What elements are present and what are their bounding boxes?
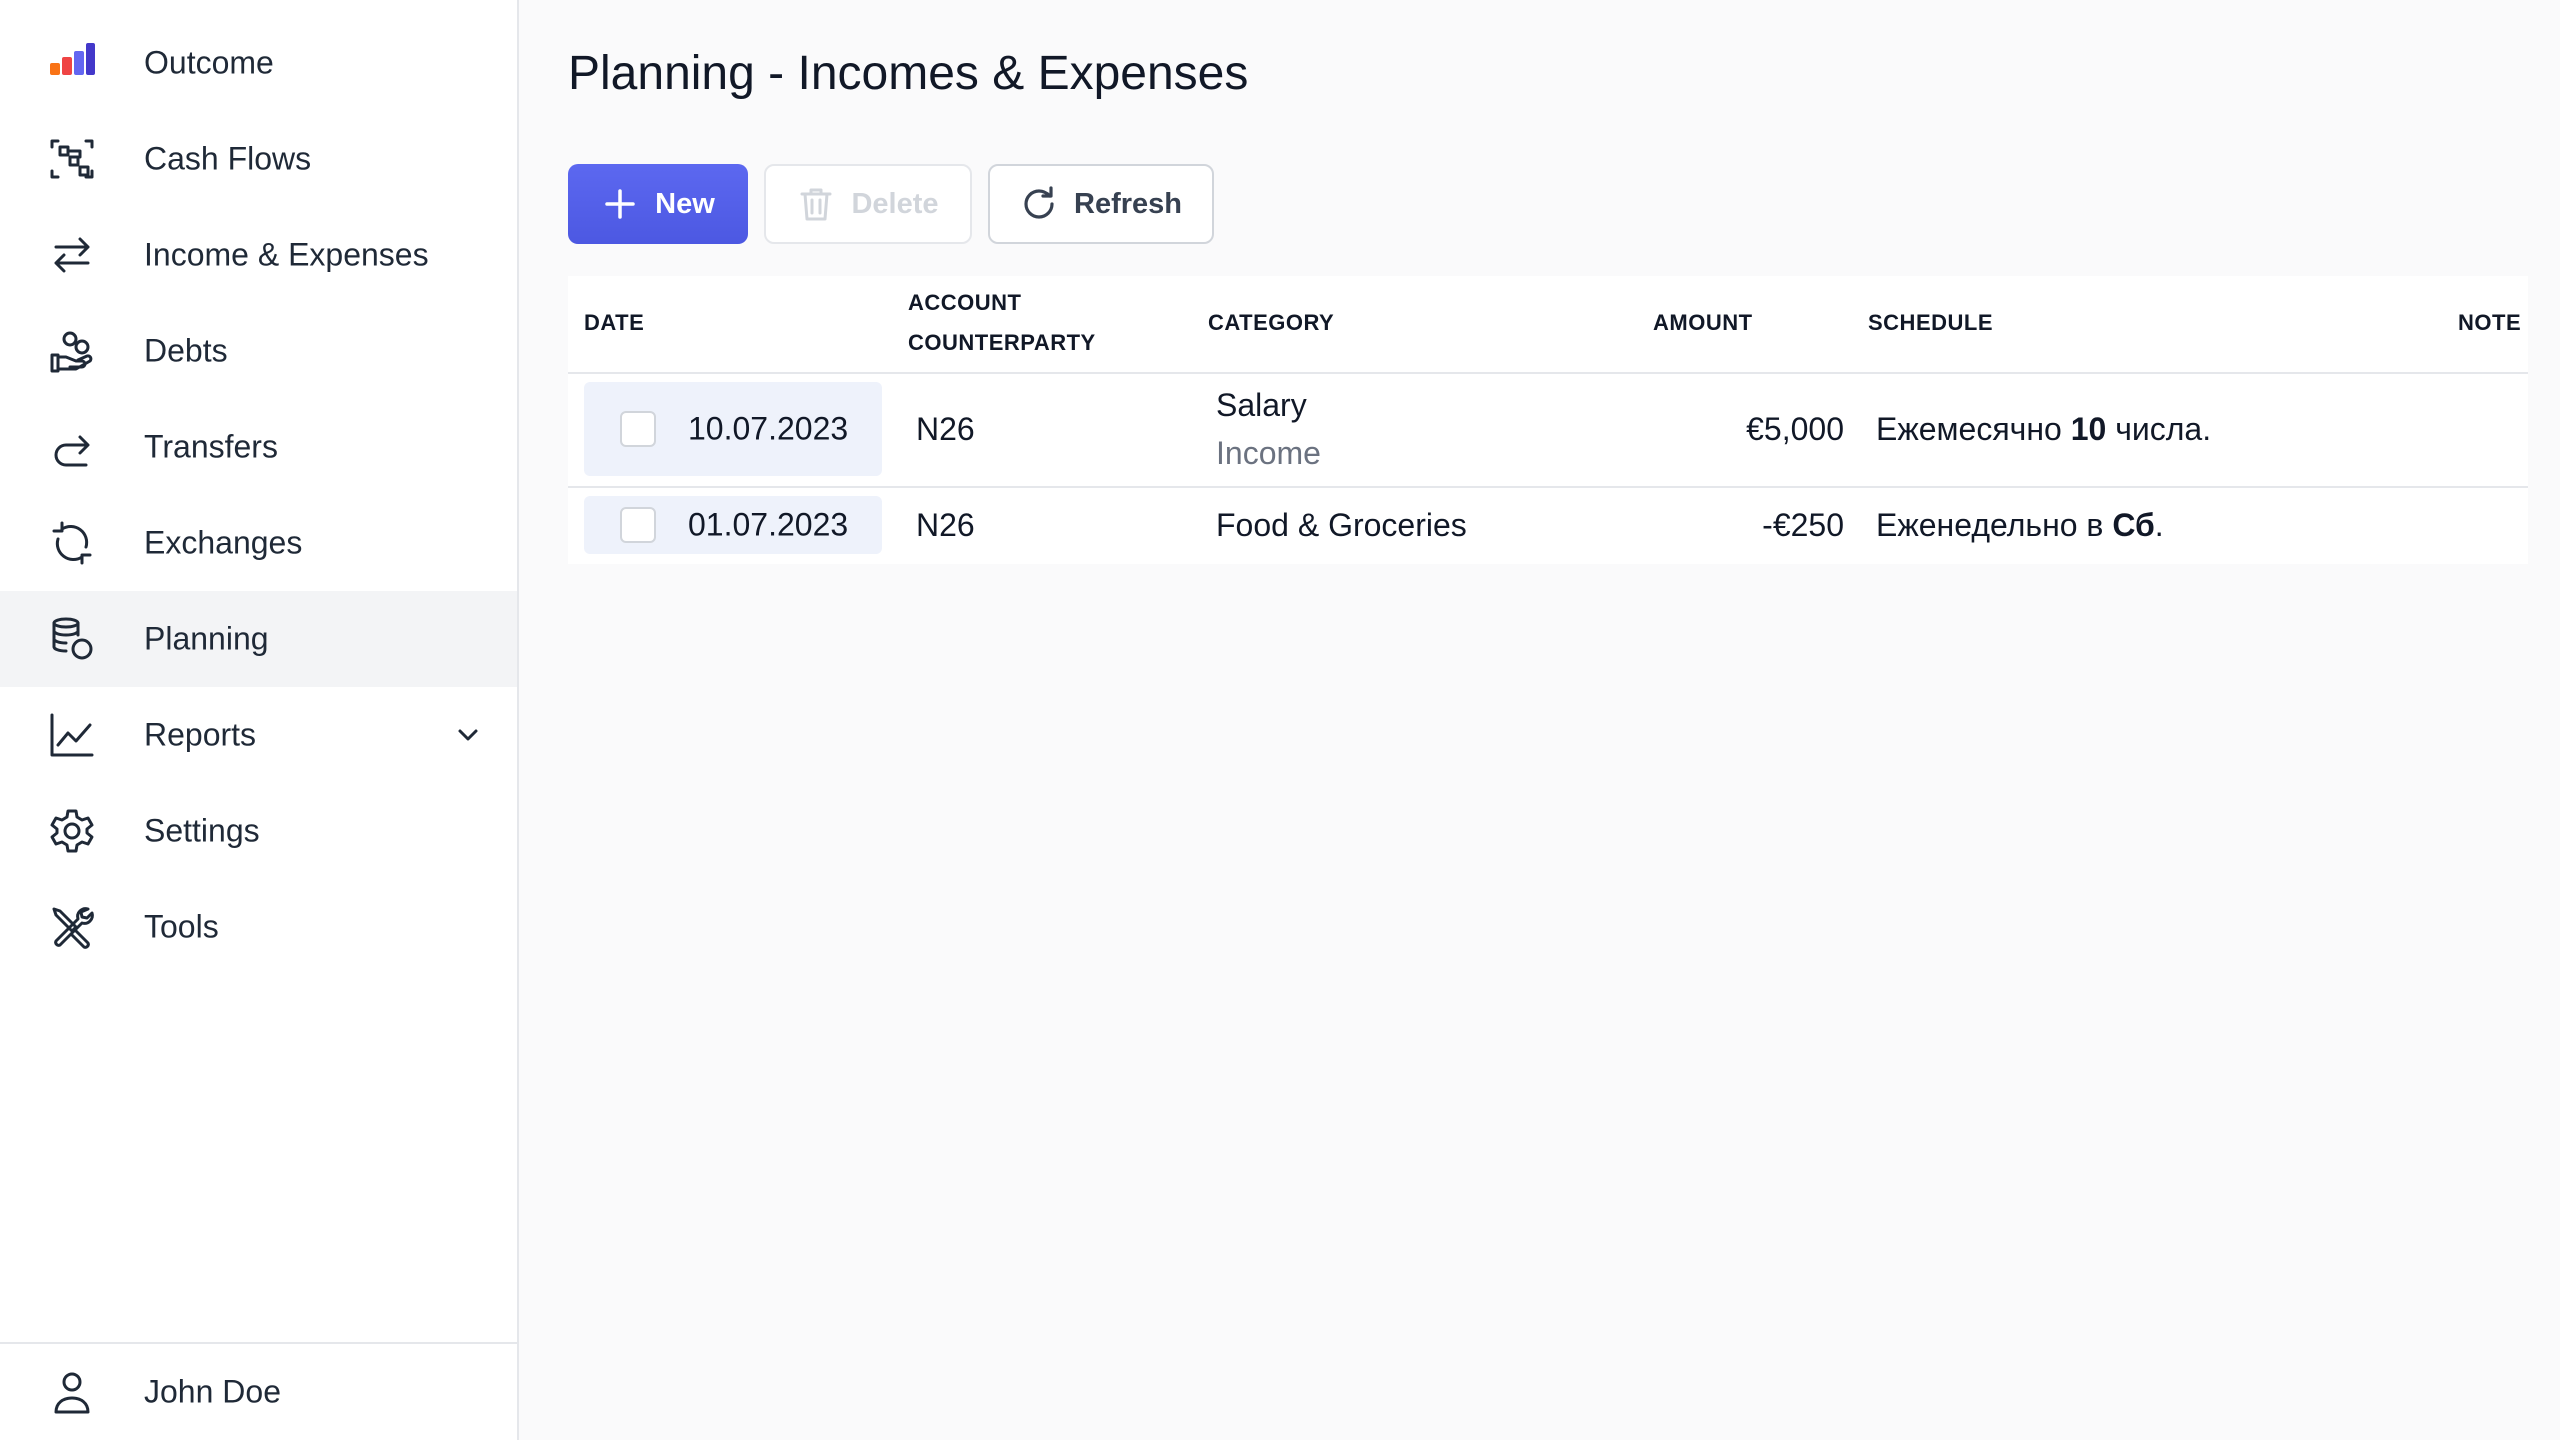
sidebar-item-tools[interactable]: Tools xyxy=(0,879,517,975)
sidebar-item-reports[interactable]: Reports xyxy=(0,687,517,783)
sidebar-item-label: Settings xyxy=(144,812,260,849)
sidebar: Outcome Cash Flows Income & Expenses Deb… xyxy=(0,0,519,1440)
row-amount: -€250 xyxy=(1762,507,1844,543)
coins-stack-icon xyxy=(48,615,96,663)
sidebar-item-label: Reports xyxy=(144,716,257,753)
row-amount: €5,000 xyxy=(1746,411,1844,447)
sidebar-item-settings[interactable]: Settings xyxy=(0,783,517,879)
sidebar-item-label: Outcome xyxy=(144,44,274,81)
column-header-counterparty[interactable]: COUNTERPARTY xyxy=(908,330,1096,356)
column-header-account[interactable]: ACCOUNT xyxy=(908,290,1022,316)
sidebar-item-debts[interactable]: Debts xyxy=(0,303,517,399)
plus-icon xyxy=(605,189,635,219)
column-header-amount[interactable]: AMOUNT xyxy=(1653,310,1753,336)
row-account: N26 xyxy=(916,507,975,543)
date-cell[interactable]: 01.07.2023 xyxy=(584,496,882,554)
column-header-schedule[interactable]: SCHEDULE xyxy=(1868,310,1993,336)
row-checkbox[interactable] xyxy=(620,507,656,543)
column-header-category[interactable]: CATEGORY xyxy=(1208,310,1334,336)
user-icon xyxy=(48,1368,96,1416)
row-schedule: Ежемесячно 10 числа. xyxy=(1876,411,2211,448)
sidebar-item-label: Tools xyxy=(144,908,219,945)
sidebar-item-label: Income & Expenses xyxy=(144,236,429,273)
date-cell[interactable]: 10.07.2023 xyxy=(584,382,882,476)
column-header-date[interactable]: DATE xyxy=(584,310,644,336)
new-button[interactable]: New xyxy=(568,164,748,244)
row-schedule: Еженедельно в Сб. xyxy=(1876,507,2164,544)
divider xyxy=(568,372,2528,374)
column-header-note[interactable]: NOTE xyxy=(2458,310,2521,336)
row-category: Salary xyxy=(1216,387,1307,423)
page-title: Planning - Incomes & Expenses xyxy=(568,47,1249,100)
arrows-right-left-icon xyxy=(48,231,96,279)
row-account: N26 xyxy=(916,411,975,447)
schedule-highlight: Сб xyxy=(2112,507,2155,543)
gear-icon xyxy=(48,807,96,855)
user-profile[interactable]: John Doe xyxy=(0,1344,517,1440)
sidebar-item-label: Cash Flows xyxy=(144,140,312,177)
row-category-type: Income xyxy=(1216,435,1321,471)
cash-flows-icon xyxy=(48,135,96,183)
row-checkbox[interactable] xyxy=(620,411,656,447)
sidebar-item-cash-flows[interactable]: Cash Flows xyxy=(0,111,517,207)
schedule-text: . xyxy=(2154,507,2164,543)
user-name: John Doe xyxy=(144,1373,281,1410)
schedule-text: числа. xyxy=(2106,411,2212,447)
wrench-screwdriver-icon xyxy=(48,903,96,951)
refresh-arrows-icon xyxy=(48,519,96,567)
delete-button-label: Delete xyxy=(851,187,939,220)
schedule-text: Еженедельно в xyxy=(1876,507,2113,543)
sidebar-item-label: Planning xyxy=(144,620,269,657)
new-button-label: New xyxy=(655,187,715,220)
row-date: 10.07.2023 xyxy=(688,410,849,447)
chart-line-icon xyxy=(48,711,96,759)
schedule-text: Ежемесячно xyxy=(1876,411,2071,447)
schedule-highlight: 10 xyxy=(2070,411,2107,447)
sidebar-item-label: Debts xyxy=(144,332,228,369)
refresh-button[interactable]: Refresh xyxy=(988,164,1214,244)
outcome-logo-icon xyxy=(48,39,96,87)
sidebar-item-exchanges[interactable]: Exchanges xyxy=(0,495,517,591)
sidebar-footer: John Doe xyxy=(0,1342,517,1440)
divider xyxy=(568,486,2528,488)
refresh-button-label: Refresh xyxy=(1074,187,1182,220)
row-category: Food & Groceries xyxy=(1216,507,1467,543)
sidebar-item-planning[interactable]: Planning xyxy=(0,591,517,687)
redo-arrow-icon xyxy=(48,423,96,471)
delete-button[interactable]: Delete xyxy=(764,164,972,244)
sidebar-item-outcome[interactable]: Outcome xyxy=(0,15,517,111)
trash-icon xyxy=(800,188,832,221)
refresh-icon xyxy=(1024,186,1054,219)
sidebar-item-label: Exchanges xyxy=(144,524,303,561)
sidebar-item-income-expenses[interactable]: Income & Expenses xyxy=(0,207,517,303)
planning-table: DATE ACCOUNT COUNTERPARTY CATEGORY AMOUN… xyxy=(568,276,2528,564)
chevron-down-icon[interactable] xyxy=(452,719,484,751)
sidebar-item-label: Transfers xyxy=(144,428,278,465)
row-date: 01.07.2023 xyxy=(688,506,849,543)
hand-coins-icon xyxy=(48,327,96,375)
sidebar-item-transfers[interactable]: Transfers xyxy=(0,399,517,495)
